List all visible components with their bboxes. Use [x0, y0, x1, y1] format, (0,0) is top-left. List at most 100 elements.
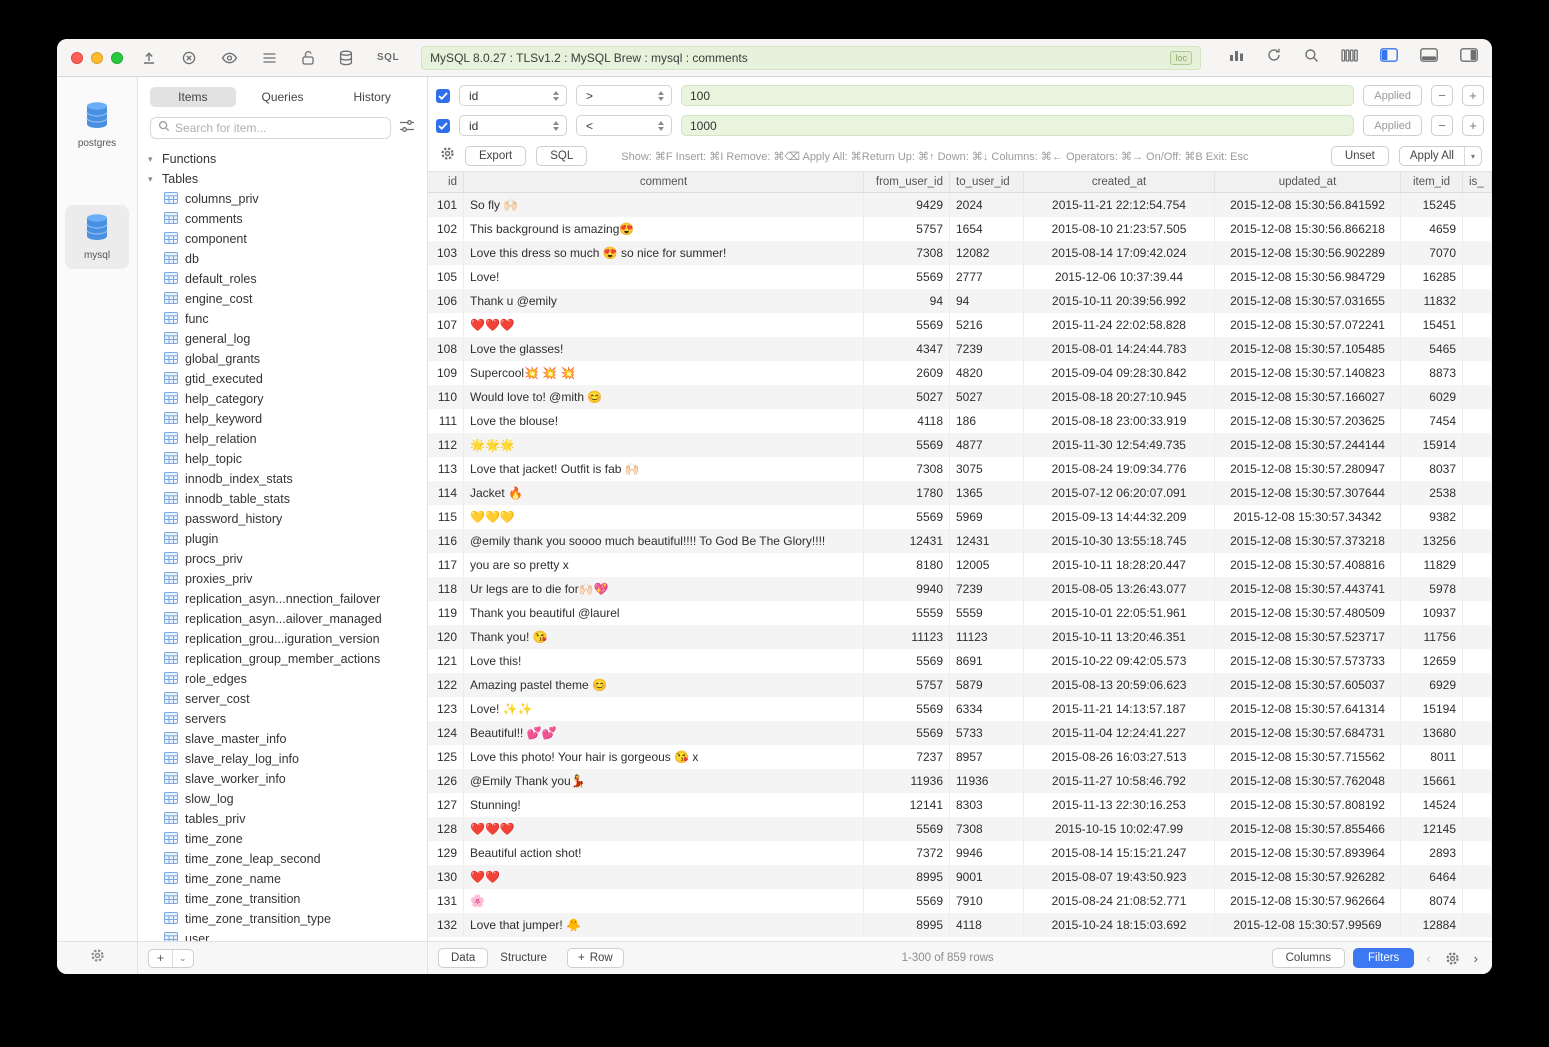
cell-is_[interactable] [1463, 673, 1492, 697]
sql-editor-icon[interactable]: SQL [377, 52, 399, 63]
cell-from_user_id[interactable]: 5569 [864, 505, 950, 529]
cell-from_user_id[interactable]: 12141 [864, 793, 950, 817]
cell-item_id[interactable]: 15245 [1401, 193, 1463, 217]
cell-is_[interactable] [1463, 577, 1492, 601]
cell-comment[interactable]: Thank you! 😘 [464, 625, 864, 649]
cell-to_user_id[interactable]: 2777 [950, 265, 1024, 289]
table-row[interactable]: 130❤️❤️899590012015-08-07 19:43:50.92320… [428, 865, 1492, 889]
table-row[interactable]: 106Thank u @emily94942015-10-11 20:39:56… [428, 289, 1492, 313]
filter-column-select[interactable]: id [459, 85, 567, 106]
cell-updated_at[interactable]: 2015-12-08 15:30:57.962664 [1215, 889, 1401, 913]
filter-settings-gear-icon[interactable] [440, 146, 455, 166]
cell-created_at[interactable]: 2015-12-06 10:37:39.44 [1024, 265, 1215, 289]
cell-item_id[interactable]: 15194 [1401, 697, 1463, 721]
cell-item_id[interactable]: 8074 [1401, 889, 1463, 913]
sidebar-table-item[interactable]: global_grants [138, 349, 427, 369]
column-header-updated_at[interactable]: updated_at [1215, 172, 1401, 192]
close-window-button[interactable] [71, 52, 83, 64]
cell-comment[interactable]: Thank you beautiful @laurel [464, 601, 864, 625]
cell-is_[interactable] [1463, 649, 1492, 673]
table-row[interactable]: 111Love the blouse!41181862015-08-18 23:… [428, 409, 1492, 433]
cell-updated_at[interactable]: 2015-12-08 15:30:57.605037 [1215, 673, 1401, 697]
sidebar-table-item[interactable]: plugin [138, 529, 427, 549]
cell-from_user_id[interactable]: 4347 [864, 337, 950, 361]
cell-comment[interactable]: ❤️❤️❤️ [464, 817, 864, 841]
table-row[interactable]: 103Love this dress so much 😍 so nice for… [428, 241, 1492, 265]
cell-to_user_id[interactable]: 5559 [950, 601, 1024, 625]
tab-queries[interactable]: Queries [240, 87, 326, 107]
sidebar-table-item[interactable]: time_zone_name [138, 869, 427, 889]
cell-updated_at[interactable]: 2015-12-08 15:30:57.140823 [1215, 361, 1401, 385]
cell-is_[interactable] [1463, 385, 1492, 409]
sidebar-table-item[interactable]: columns_priv [138, 189, 427, 209]
cell-id[interactable]: 110 [428, 385, 464, 409]
cell-updated_at[interactable]: 2015-12-08 15:30:56.841592 [1215, 193, 1401, 217]
cell-item_id[interactable]: 2538 [1401, 481, 1463, 505]
cell-item_id[interactable]: 5978 [1401, 577, 1463, 601]
cell-created_at[interactable]: 2015-08-14 15:15:21.247 [1024, 841, 1215, 865]
cell-to_user_id[interactable]: 5969 [950, 505, 1024, 529]
filter-applied-button[interactable]: Applied [1363, 115, 1422, 136]
cell-from_user_id[interactable]: 5757 [864, 217, 950, 241]
cell-id[interactable]: 118 [428, 577, 464, 601]
cell-id[interactable]: 108 [428, 337, 464, 361]
column-view-icon[interactable] [1341, 49, 1358, 67]
tree-section-functions[interactable]: ▾ Functions [138, 149, 427, 169]
cell-comment[interactable]: Beautiful action shot! [464, 841, 864, 865]
structure-view-button[interactable]: Structure [488, 948, 559, 968]
cell-updated_at[interactable]: 2015-12-08 15:30:57.34342 [1215, 505, 1401, 529]
sidebar-table-item[interactable]: time_zone_leap_second [138, 849, 427, 869]
cell-id[interactable]: 124 [428, 721, 464, 745]
table-row[interactable]: 123Love! ✨✨556963342015-11-21 14:13:57.1… [428, 697, 1492, 721]
cell-comment[interactable]: Supercool💥 💥 💥 [464, 361, 864, 385]
page-settings-gear-icon[interactable] [1443, 951, 1462, 966]
sidebar-table-item[interactable]: time_zone [138, 829, 427, 849]
cell-is_[interactable] [1463, 817, 1492, 841]
sidebar-table-item[interactable]: help_topic [138, 449, 427, 469]
cell-created_at[interactable]: 2015-11-24 22:02:58.828 [1024, 313, 1215, 337]
sidebar-table-item[interactable]: slave_master_info [138, 729, 427, 749]
cell-id[interactable]: 120 [428, 625, 464, 649]
cell-is_[interactable] [1463, 721, 1492, 745]
cell-is_[interactable] [1463, 409, 1492, 433]
cell-to_user_id[interactable]: 4820 [950, 361, 1024, 385]
sidebar-table-item[interactable]: procs_priv [138, 549, 427, 569]
sidebar-table-item[interactable]: func [138, 309, 427, 329]
cell-comment[interactable]: @emily thank you soooo much beautiful!!!… [464, 529, 864, 553]
column-header-item_id[interactable]: item_id [1401, 172, 1463, 192]
database-icon[interactable] [339, 50, 353, 66]
cell-item_id[interactable]: 12884 [1401, 913, 1463, 937]
cell-updated_at[interactable]: 2015-12-08 15:30:57.443741 [1215, 577, 1401, 601]
cell-updated_at[interactable]: 2015-12-08 15:30:57.105485 [1215, 337, 1401, 361]
cell-to_user_id[interactable]: 7239 [950, 337, 1024, 361]
sidebar-table-item[interactable]: comments [138, 209, 427, 229]
cell-comment[interactable]: 🌟🌟🌟 [464, 433, 864, 457]
cell-item_id[interactable]: 11829 [1401, 553, 1463, 577]
export-button[interactable]: Export [465, 146, 526, 166]
table-row[interactable]: 125Love this photo! Your hair is gorgeou… [428, 745, 1492, 769]
cell-updated_at[interactable]: 2015-12-08 15:30:57.893964 [1215, 841, 1401, 865]
cell-item_id[interactable]: 11832 [1401, 289, 1463, 313]
sidebar-table-item[interactable]: general_log [138, 329, 427, 349]
table-row[interactable]: 127Stunning!1214183032015-11-13 22:30:16… [428, 793, 1492, 817]
disconnect-icon[interactable] [181, 50, 197, 66]
cell-from_user_id[interactable]: 8180 [864, 553, 950, 577]
apply-all-button[interactable]: Apply All ▾ [1399, 146, 1482, 166]
cell-updated_at[interactable]: 2015-12-08 15:30:57.926282 [1215, 865, 1401, 889]
cell-to_user_id[interactable]: 5027 [950, 385, 1024, 409]
cell-item_id[interactable]: 8011 [1401, 745, 1463, 769]
cell-created_at[interactable]: 2015-08-24 19:09:34.776 [1024, 457, 1215, 481]
cell-to_user_id[interactable]: 8957 [950, 745, 1024, 769]
cell-updated_at[interactable]: 2015-12-08 15:30:57.408816 [1215, 553, 1401, 577]
cell-updated_at[interactable]: 2015-12-08 15:30:57.373218 [1215, 529, 1401, 553]
cell-created_at[interactable]: 2015-08-14 17:09:42.024 [1024, 241, 1215, 265]
cell-comment[interactable]: Love! [464, 265, 864, 289]
filter-checkbox[interactable] [436, 119, 450, 133]
cell-id[interactable]: 122 [428, 673, 464, 697]
cell-created_at[interactable]: 2015-08-10 21:23:57.505 [1024, 217, 1215, 241]
data-view-button[interactable]: Data [438, 948, 488, 968]
cell-to_user_id[interactable]: 5879 [950, 673, 1024, 697]
cell-id[interactable]: 121 [428, 649, 464, 673]
filter-remove-button[interactable]: − [1431, 85, 1453, 106]
cell-is_[interactable] [1463, 505, 1492, 529]
